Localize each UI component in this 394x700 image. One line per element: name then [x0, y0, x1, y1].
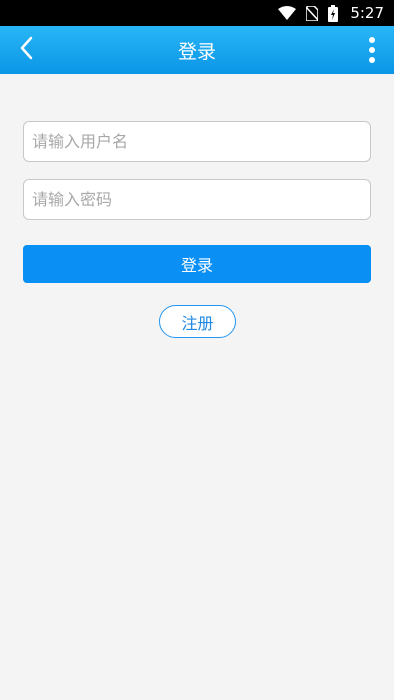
wifi-icon — [278, 6, 297, 20]
more-vertical-icon — [369, 37, 375, 43]
back-button[interactable] — [6, 26, 46, 74]
register-button[interactable]: 注册 — [159, 305, 236, 338]
status-time: 5:27 — [350, 4, 384, 22]
username-input[interactable] — [23, 121, 371, 162]
battery-charging-icon — [328, 4, 339, 22]
app-bar: 登录 — [0, 26, 394, 74]
login-button[interactable]: 登录 — [23, 245, 371, 283]
back-arrow-icon — [19, 36, 33, 64]
status-bar: 5:27 — [0, 0, 394, 26]
more-menu-button[interactable] — [360, 26, 384, 74]
password-input[interactable] — [23, 179, 371, 220]
no-sim-icon — [306, 5, 319, 21]
page-title: 登录 — [177, 40, 216, 63]
